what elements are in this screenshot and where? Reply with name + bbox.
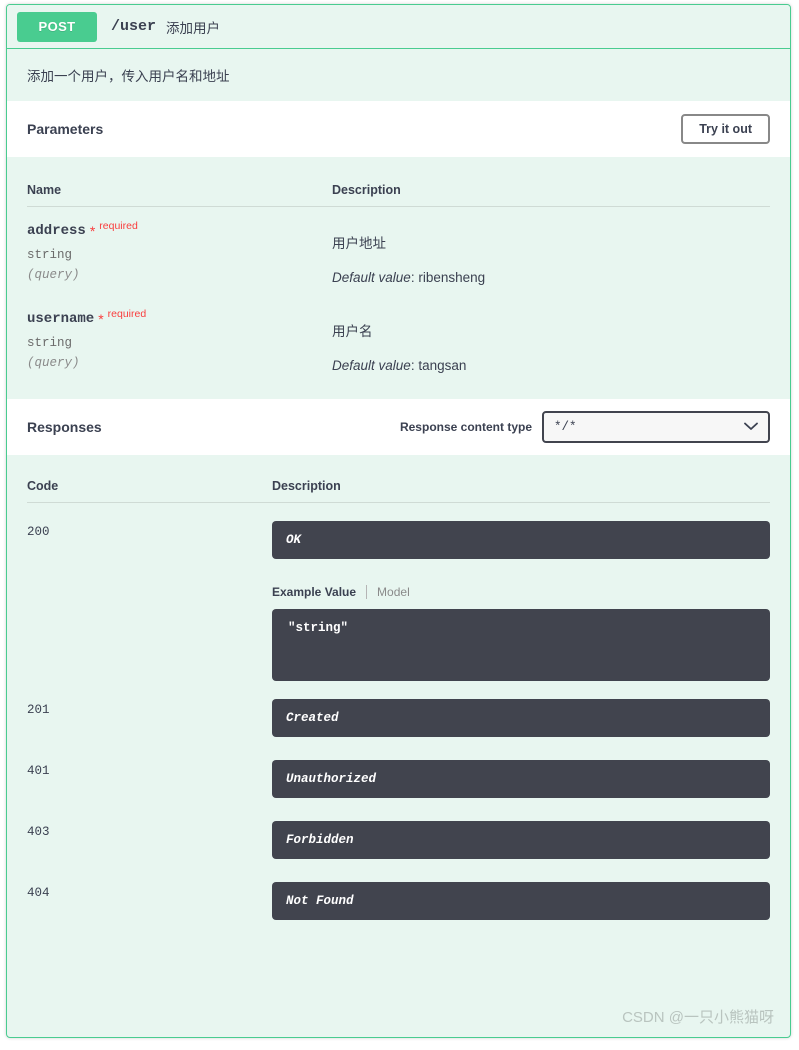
parameter-description: 用户名 [332, 324, 373, 339]
table-row: 201 Created [27, 681, 770, 737]
tab-model[interactable]: Model [377, 585, 410, 599]
table-row: 200 OK Example Value Model "string" [27, 503, 770, 681]
response-code: 401 [27, 764, 50, 778]
response-content-type-label: Response content type [399, 420, 532, 434]
response-description-cell: Forbidden [272, 821, 770, 859]
default-value: ribensheng [418, 270, 486, 285]
parameter-name: address [27, 223, 86, 239]
response-message-panel: Created [272, 699, 770, 737]
parameters-title: Parameters [27, 121, 104, 137]
response-message-panel: Unauthorized [272, 760, 770, 798]
http-method-badge: POST [17, 11, 97, 42]
responses-title: Responses [27, 419, 102, 435]
response-description-cell: OK Example Value Model "string" [272, 521, 770, 681]
response-message: Created [286, 711, 339, 725]
watermark: CSDN @一只小熊猫呀 [622, 1009, 774, 1026]
parameters-section-bar: Parameters Try it out [7, 101, 790, 157]
operation-path: /user [111, 18, 157, 35]
operation-block: POST /user 添加用户 添加一个用户，传入用户名和地址 Paramete… [6, 4, 791, 1038]
parameters-table-header: Name Description [27, 157, 770, 207]
response-message: OK [286, 533, 302, 547]
response-description-cell: Not Found [272, 882, 770, 920]
required-asterisk-icon: * [89, 223, 96, 239]
response-description-cell: Unauthorized [272, 760, 770, 798]
default-value-separator: : [410, 270, 415, 285]
response-message: Not Found [286, 894, 354, 908]
column-header-name: Name [27, 183, 62, 197]
tab-example-value[interactable]: Example Value [272, 585, 356, 599]
required-asterisk-icon: * [98, 311, 104, 327]
operation-description: 添加一个用户，传入用户名和地址 [7, 49, 790, 101]
table-row: 404 Not Found [27, 859, 770, 920]
parameter-description-cell: 用户名 Default value: tangsan [332, 311, 770, 373]
response-message: Unauthorized [286, 772, 377, 786]
example-value-body: "string" [288, 621, 349, 635]
operation-summary-text: 添加用户 [166, 20, 221, 36]
column-header-code: Code [27, 479, 59, 493]
tab-divider [366, 585, 368, 599]
parameter-default: Default value: ribensheng [332, 270, 770, 285]
response-message-panel: Not Found [272, 882, 770, 920]
responses-table-header: Code Description [27, 455, 770, 503]
column-header-description: Description [272, 479, 341, 493]
parameter-default: Default value: tangsan [332, 358, 770, 373]
parameter-type: string [27, 335, 73, 350]
example-model-tabs: Example Value Model [272, 585, 770, 599]
parameter-location: (query) [27, 267, 80, 282]
default-value-separator: : [410, 358, 415, 373]
table-row: 403 Forbidden [27, 798, 770, 859]
response-code: 201 [27, 703, 50, 717]
parameter-name-line: username * required [27, 308, 332, 328]
try-it-out-button[interactable]: Try it out [681, 113, 770, 145]
table-row: username * required string (query) 用户名 D… [27, 285, 770, 373]
parameter-type: string [27, 247, 73, 262]
responses-table: Code Description 200 OK Example Value Mo… [7, 455, 790, 920]
example-value-code-block: "string" [272, 609, 770, 681]
parameter-name: username [27, 311, 95, 327]
parameter-name-cell: username * required string (query) [27, 308, 332, 373]
response-content-type-value: */* [554, 420, 577, 434]
response-content-type-select[interactable]: */* [542, 411, 770, 443]
required-label: required [107, 308, 147, 320]
parameter-name-line: address * required [27, 220, 332, 240]
response-message: Forbidden [286, 833, 354, 847]
parameters-table: Name Description address * required stri… [7, 157, 790, 399]
table-row: address * required string (query) 用户地址 D… [27, 207, 770, 285]
response-message-panel: OK [272, 521, 770, 559]
response-code: 200 [27, 525, 50, 539]
required-label: required [99, 220, 138, 232]
column-header-description: Description [332, 183, 401, 197]
parameter-location: (query) [27, 355, 80, 370]
default-value-label: Default value [332, 270, 411, 285]
default-value-label: Default value [332, 358, 411, 373]
responses-section-bar: Responses Response content type */* [7, 399, 790, 455]
parameter-description: 用户地址 [332, 236, 386, 251]
parameter-name-cell: address * required string (query) [27, 220, 332, 285]
chevron-down-icon [744, 418, 758, 436]
response-message-panel: Forbidden [272, 821, 770, 859]
parameter-description-cell: 用户地址 Default value: ribensheng [332, 223, 770, 285]
response-code: 403 [27, 825, 50, 839]
default-value: tangsan [418, 358, 467, 373]
table-row: 401 Unauthorized [27, 737, 770, 798]
response-code: 404 [27, 886, 50, 900]
operation-summary-header[interactable]: POST /user 添加用户 [7, 5, 790, 49]
response-description-cell: Created [272, 699, 770, 737]
